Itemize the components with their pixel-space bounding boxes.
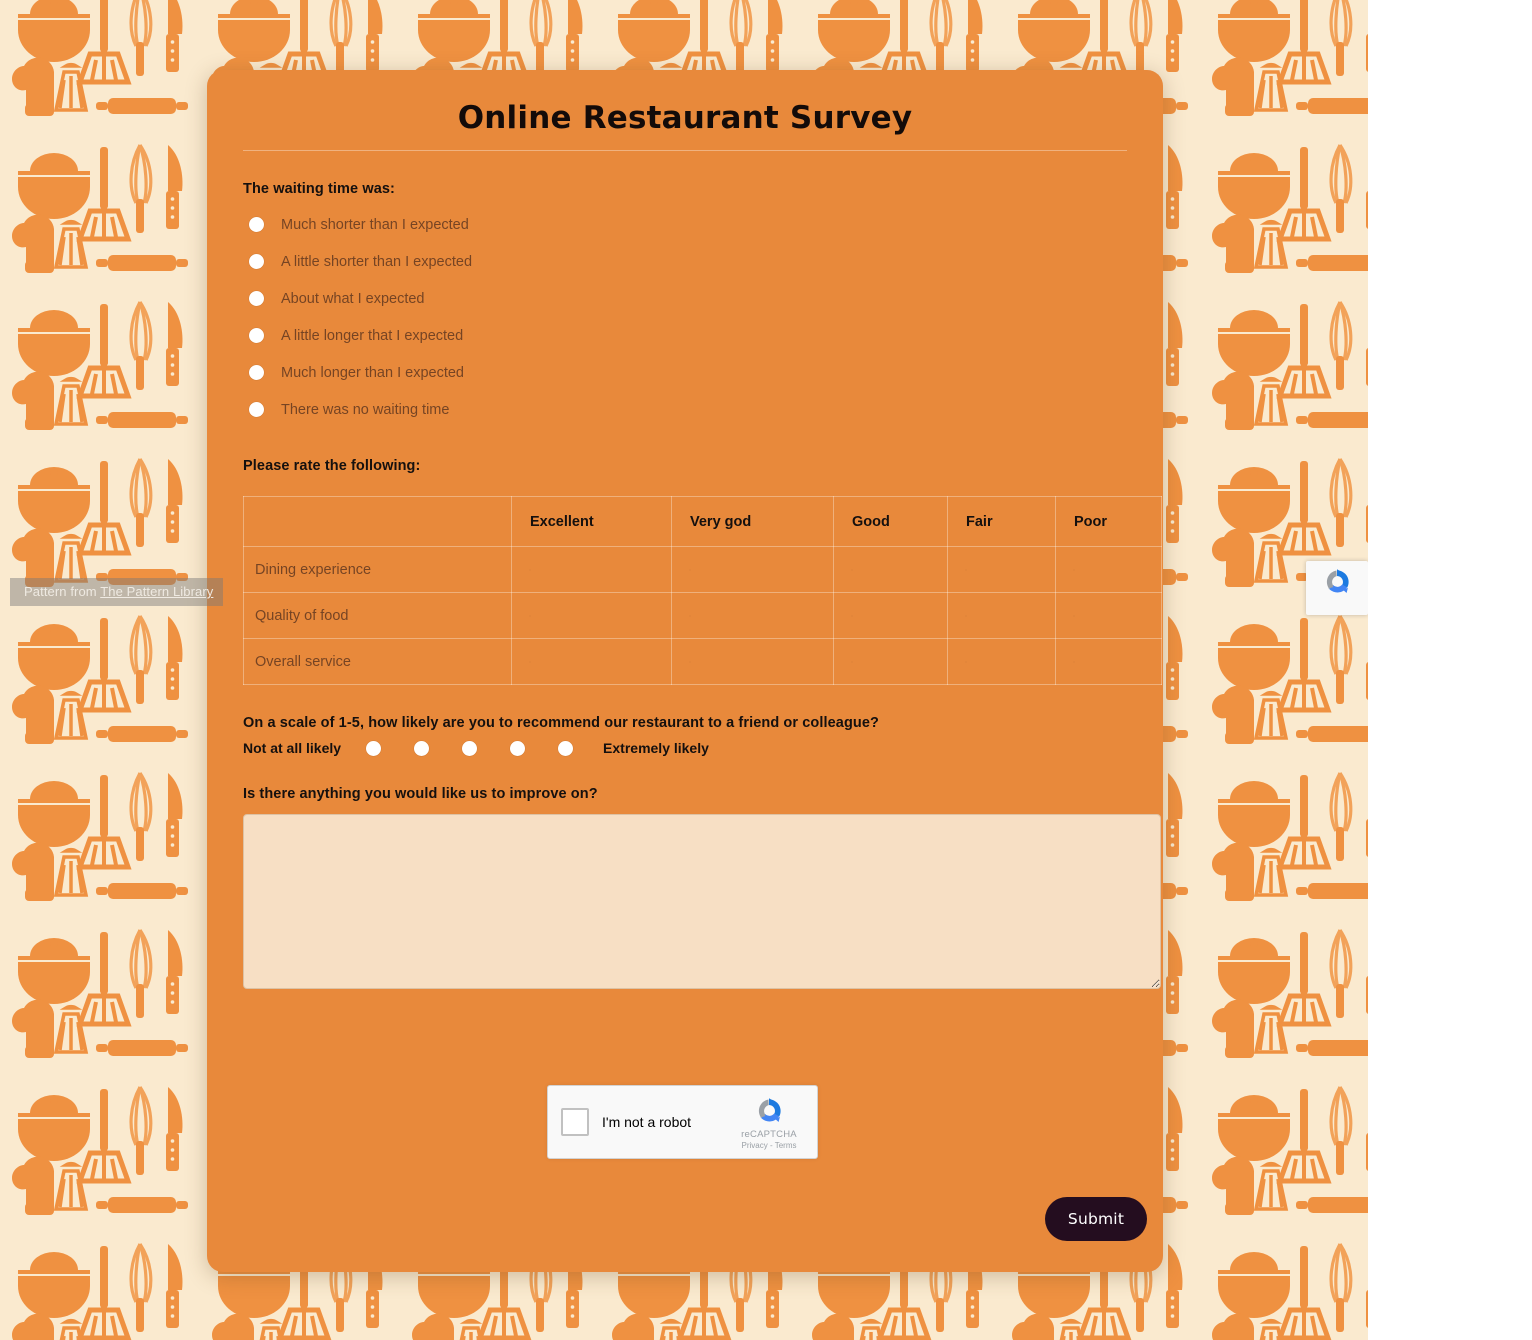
recaptcha-label: I'm not a robot (602, 1114, 692, 1130)
title-divider (243, 150, 1127, 151)
rating-row-label: Quality of food (243, 592, 512, 639)
radio-icon[interactable] (249, 328, 264, 343)
waiting-option-label: A little longer that I expected (281, 327, 464, 344)
waiting-option-2[interactable]: About what I expected (243, 280, 1127, 317)
recaptcha-brand-name: reCAPTCHA (741, 1128, 797, 1140)
rating-cell-r1-c4[interactable] (1055, 592, 1162, 639)
rating-cell-r1-c0[interactable] (511, 592, 672, 639)
waiting-option-3[interactable]: A little longer that I expected (243, 317, 1127, 354)
pattern-tile (0, 1236, 200, 1340)
rating-cell-r1-c1[interactable] (671, 592, 834, 639)
nps-radio-4[interactable] (510, 740, 526, 756)
pattern-attribution: Pattern from The Pattern Library (10, 578, 224, 606)
waiting-option-1[interactable]: A little shorter than I expected (243, 243, 1127, 280)
pattern-tile (0, 922, 200, 1236)
pattern-tile (0, 0, 200, 294)
rating-header-blank (243, 496, 512, 547)
attribution-prefix: Pattern from (24, 584, 101, 599)
waiting-option-0[interactable]: Much shorter than I expected (243, 206, 1127, 243)
page-background: Pattern from The Pattern Library Online … (0, 0, 1368, 1340)
rating-row-label: Overall service (243, 638, 512, 685)
pattern-tile (0, 608, 200, 922)
rating-header-excellent: Excellent (511, 496, 672, 547)
waiting-option-4[interactable]: Much longer than I expected (243, 354, 1127, 391)
rating-cell-r2-c3[interactable] (947, 638, 1056, 685)
waiting-time-question-label: The waiting time was: (243, 181, 395, 197)
radio-icon[interactable] (249, 254, 264, 269)
page-title: Online Restaurant Survey (457, 100, 913, 136)
rating-header-fair: Fair (947, 496, 1056, 547)
table-header-row: Excellent Very god Good Fair Poor (243, 496, 1162, 547)
nps-scale-row: Not at all likely Extremely likely (243, 740, 1127, 756)
pattern-tile (1200, 1236, 1368, 1340)
improve-question-label: Is there anything you would like us to i… (243, 786, 598, 802)
rating-cell-r2-c1[interactable] (671, 638, 834, 685)
survey-card: Online Restaurant Survey The waiting tim… (207, 70, 1163, 1272)
waiting-time-options: Much shorter than I expected A little sho… (243, 206, 1127, 428)
nps-radio-1[interactable] (366, 740, 382, 756)
radio-icon[interactable] (249, 217, 264, 232)
recaptcha-floating-badge[interactable] (1306, 561, 1368, 615)
pattern-tile (1200, 0, 1368, 294)
pattern-tile (0, 294, 200, 608)
radio-icon[interactable] (249, 365, 264, 380)
nps-question-block: On a scale of 1-5, how likely are you to… (243, 715, 1127, 756)
nps-radio-group (366, 740, 574, 756)
nps-radio-3[interactable] (462, 740, 478, 756)
recaptcha-badge-icon (1326, 569, 1349, 594)
table-row: Quality of food (243, 592, 1162, 639)
rating-cell-r2-c0[interactable] (511, 638, 672, 685)
rating-header-poor: Poor (1055, 496, 1162, 547)
nps-question-label: On a scale of 1-5, how likely are you to… (243, 715, 879, 731)
submit-button[interactable]: Submit (1045, 1197, 1147, 1241)
pattern-tile (1200, 608, 1368, 922)
rating-cell-r1-c3[interactable] (947, 592, 1056, 639)
rating-header-very-god: Very god (671, 496, 834, 547)
waiting-option-label: A little shorter than I expected (281, 253, 473, 270)
rating-cell-r1-c2[interactable] (833, 592, 948, 639)
pattern-tile (1200, 922, 1368, 1236)
waiting-option-label: Much shorter than I expected (281, 216, 469, 233)
pattern-library-link[interactable]: The Pattern Library (100, 584, 213, 599)
nps-radio-5[interactable] (558, 740, 574, 756)
rating-cell-r0-c4[interactable] (1055, 546, 1162, 593)
table-row: Overall service (243, 638, 1162, 685)
recaptcha-logo-icon (758, 1097, 781, 1122)
rating-cell-r0-c3[interactable] (947, 546, 1056, 593)
rating-table-body: Dining experience Quality of food Overall … (243, 546, 1162, 685)
waiting-option-label: There was no waiting time (281, 401, 450, 418)
recaptcha-legal-links: Privacy - Terms (741, 1140, 797, 1150)
rating-cell-r0-c0[interactable] (511, 546, 672, 593)
radio-icon[interactable] (249, 291, 264, 306)
nps-low-label: Not at all likely (243, 740, 342, 756)
improve-textarea[interactable] (243, 814, 1161, 989)
rating-table-head: Excellent Very god Good Fair Poor (243, 496, 1162, 547)
rating-table: Excellent Very god Good Fair Poor Dining… (243, 496, 1162, 685)
rating-header-good: Good (833, 496, 948, 547)
table-row: Dining experience (243, 546, 1162, 593)
recaptcha-widget[interactable]: I'm not a robot reCAPTCHA Privacy - Term… (547, 1085, 818, 1159)
waiting-option-label: About what I expected (281, 290, 425, 307)
radio-icon[interactable] (249, 402, 264, 417)
rating-cell-r0-c1[interactable] (671, 546, 834, 593)
recaptcha-checkbox[interactable] (561, 1108, 589, 1136)
rating-cell-r2-c2[interactable] (833, 638, 948, 685)
nps-high-label: Extremely likely (603, 740, 709, 756)
waiting-option-5[interactable]: There was no waiting time (243, 391, 1127, 428)
rating-cell-r2-c4[interactable] (1055, 638, 1162, 685)
rating-cell-r0-c2[interactable] (833, 546, 948, 593)
rating-question-label: Please rate the following: (243, 458, 421, 474)
nps-radio-2[interactable] (414, 740, 430, 756)
waiting-option-label: Much longer than I expected (281, 364, 464, 381)
rating-row-label: Dining experience (243, 546, 512, 593)
recaptcha-branding: reCAPTCHA Privacy - Terms (732, 1095, 806, 1150)
